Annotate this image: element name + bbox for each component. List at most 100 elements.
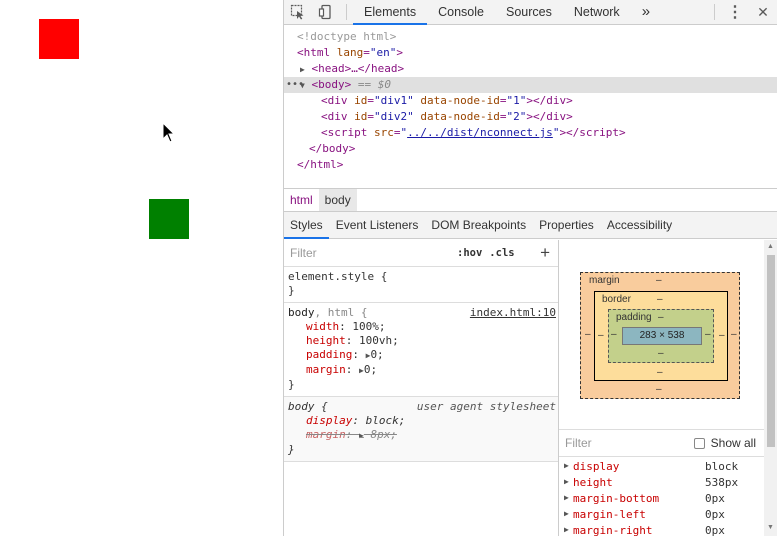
tab-event-listeners[interactable]: Event Listeners	[330, 218, 425, 238]
dom-html-open[interactable]: <html lang="en">	[284, 45, 777, 61]
user-agent-rule[interactable]: body { user agent stylesheet display: bl…	[284, 397, 558, 462]
devtools-panel: Elements Console Sources Network » ⋮ ✕ <…	[283, 0, 777, 536]
rule-selector-html: , html {	[314, 306, 368, 319]
box-model-content-size[interactable]: 283 × 538	[622, 327, 702, 345]
inspect-element-icon[interactable]	[284, 0, 312, 24]
device-toolbar-icon[interactable]	[312, 0, 340, 24]
expand-arrow-icon[interactable]: ▶	[564, 477, 569, 486]
computed-filter-bar: Show all	[559, 430, 777, 457]
margin-right-value: –	[731, 329, 737, 340]
element-style-selector: element.style {	[288, 270, 388, 283]
computed-property-row[interactable]: ▶ margin-left 0px	[559, 508, 777, 524]
dom-script-node[interactable]: <script src="../../dist/nconnect.js"></s…	[284, 125, 777, 141]
computed-filter-input[interactable]	[565, 436, 665, 450]
border-bottom-value: –	[657, 367, 663, 378]
box-model-margin[interactable]: margin – – – – border – – – – padding –	[580, 272, 740, 399]
tab-accessibility[interactable]: Accessibility	[601, 218, 678, 238]
rule-close-brace: }	[288, 284, 295, 297]
dom-div2-node[interactable]: <div id="div2" data-node-id="2"></div>	[284, 109, 777, 125]
margin-bottom-value: –	[656, 384, 662, 395]
style-property[interactable]: display: block;	[288, 414, 554, 428]
tab-elements[interactable]: Elements	[353, 0, 428, 25]
more-actions-icon[interactable]: •••	[286, 77, 304, 93]
computed-property-row[interactable]: ▶ margin-right 0px	[559, 524, 777, 536]
dom-doctype[interactable]: <!doctype html>	[284, 29, 777, 45]
breadcrumb-body[interactable]: body	[318, 189, 357, 211]
border-left-value: –	[598, 330, 604, 341]
margin-label: margin	[589, 275, 620, 286]
border-top-value: –	[657, 294, 663, 305]
scroll-thumb[interactable]	[767, 255, 775, 447]
body-html-rule[interactable]: body, html { index.html:10 width: 100%; …	[284, 303, 558, 397]
tab-styles[interactable]: Styles	[284, 218, 329, 239]
new-style-rule-icon[interactable]: +	[540, 243, 550, 263]
expand-arrow-icon[interactable]: ▶	[564, 461, 569, 470]
rule-close-brace: }	[288, 443, 295, 456]
page-viewport	[0, 0, 283, 536]
cls-toggle-button[interactable]: .cls	[489, 247, 514, 259]
box-model-border[interactable]: border – – – – padding – – – – 283 × 538	[594, 291, 728, 381]
overridden-style-property[interactable]: margin: ▶ 8px;	[288, 428, 554, 443]
green-square-div2[interactable]	[149, 199, 189, 239]
padding-left-value: –	[611, 329, 617, 340]
scroll-up-icon[interactable]: ▲	[767, 243, 774, 250]
show-all-label: Show all	[710, 436, 756, 450]
expand-arrow-icon[interactable]: ▶	[300, 65, 305, 74]
styles-filter-bar: :hov .cls +	[284, 240, 558, 267]
padding-label: padding	[616, 312, 652, 323]
dom-div1-node[interactable]: <div id="div1" data-node-id="1"></div>	[284, 93, 777, 109]
box-model: margin – – – – border – – – – padding –	[559, 240, 777, 430]
style-property[interactable]: height: 100vh;	[288, 334, 554, 348]
tab-network[interactable]: Network	[563, 0, 631, 24]
more-tabs-icon[interactable]: »	[631, 0, 661, 24]
tab-sources[interactable]: Sources	[495, 0, 563, 24]
mouse-cursor-icon	[162, 122, 176, 143]
styles-filter-input[interactable]	[290, 246, 450, 260]
ua-stylesheet-label: user agent stylesheet	[416, 400, 556, 413]
breadcrumb: html body	[284, 188, 777, 212]
border-right-value: –	[719, 330, 725, 341]
tab-console[interactable]: Console	[427, 0, 495, 24]
styles-pane: :hov .cls + element.style { } body, html…	[284, 240, 559, 536]
expand-arrow-icon[interactable]: ▶	[359, 431, 364, 440]
toolbar-divider-right	[714, 4, 715, 20]
dom-body-node[interactable]: ••• ▼ <body> == $0	[284, 77, 777, 93]
expand-arrow-icon[interactable]: ▶	[564, 525, 569, 534]
hov-toggle-button[interactable]: :hov	[457, 247, 482, 259]
element-style-rule[interactable]: element.style { }	[284, 267, 558, 303]
computed-property-row[interactable]: ▶ margin-bottom 0px	[559, 492, 777, 508]
style-property[interactable]: width: 100%;	[288, 320, 554, 334]
toolbar-divider	[346, 4, 347, 20]
computed-property-row[interactable]: ▶ display block	[559, 460, 777, 476]
devtools-toolbar: Elements Console Sources Network » ⋮ ✕	[284, 0, 777, 25]
dom-body-close[interactable]: </body>	[284, 141, 777, 157]
sidebar-panes: :hov .cls + element.style { } body, html…	[284, 240, 777, 536]
border-label: border	[602, 294, 631, 305]
breadcrumb-html[interactable]: html	[284, 189, 319, 211]
box-model-padding[interactable]: padding – – – – 283 × 538	[608, 309, 714, 363]
show-all-toggle[interactable]: Show all	[693, 436, 756, 450]
tab-properties[interactable]: Properties	[533, 218, 600, 238]
dom-html-close[interactable]: </html>	[284, 157, 777, 173]
computed-properties-list: ▶ display block ▶ height 538px ▶ margin-botto…	[559, 457, 777, 536]
sidebar-tabs: Styles Event Listeners DOM Breakpoints P…	[284, 212, 777, 239]
dom-head-node[interactable]: ▶ <head>…</head>	[284, 61, 777, 77]
computed-property-row[interactable]: ▶ height 538px	[559, 476, 777, 492]
script-src-link[interactable]: ../../dist/nconnect.js	[407, 126, 553, 139]
close-devtools-icon[interactable]: ✕	[749, 0, 777, 24]
rule-selector-body: body	[288, 306, 315, 319]
rule-close-brace: }	[288, 378, 295, 391]
style-property[interactable]: margin: ▶0;	[288, 363, 554, 378]
show-all-checkbox[interactable]	[693, 437, 705, 449]
computed-pane: margin – – – – border – – – – padding –	[559, 240, 777, 536]
computed-scrollbar[interactable]: ▲ ▼	[764, 240, 777, 536]
style-property[interactable]: padding: ▶0;	[288, 348, 554, 363]
expand-arrow-icon[interactable]: ▶	[564, 509, 569, 518]
customize-menu-icon[interactable]: ⋮	[721, 0, 749, 24]
red-square-div1[interactable]	[39, 19, 79, 59]
dom-tree: <!doctype html> <html lang="en"> ▶ <head…	[284, 25, 777, 188]
expand-arrow-icon[interactable]: ▶	[564, 493, 569, 502]
tab-dom-breakpoints[interactable]: DOM Breakpoints	[425, 218, 532, 238]
scroll-down-icon[interactable]: ▼	[767, 524, 774, 531]
rule-source-link[interactable]: index.html:10	[470, 306, 556, 320]
